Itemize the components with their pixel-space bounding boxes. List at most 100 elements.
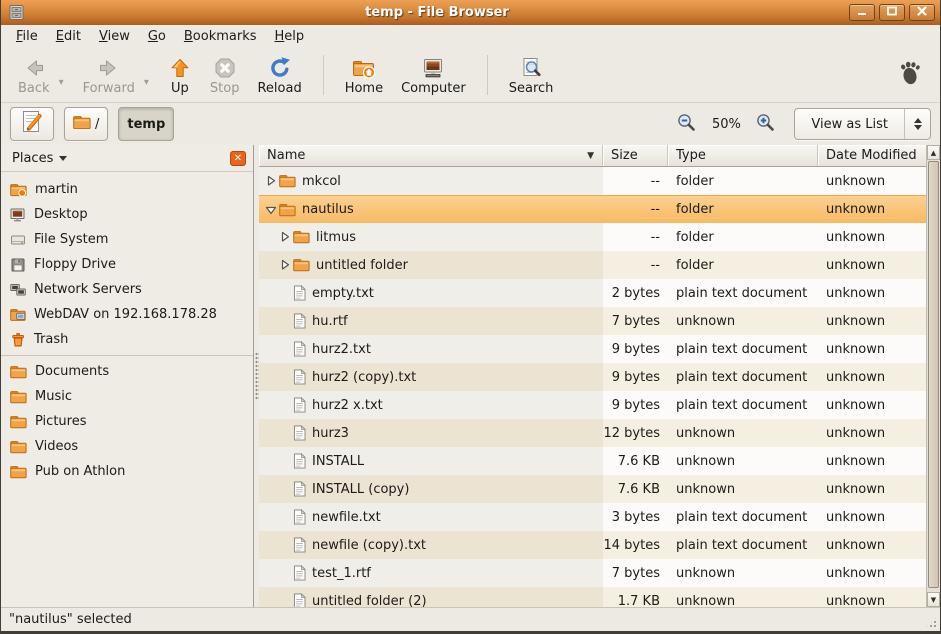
file-name: untitled folder [316, 258, 408, 273]
scroll-down-button[interactable]: ▼ [927, 592, 940, 607]
path-root-button[interactable]: / [64, 107, 108, 141]
table-row[interactable]: newfile (copy).txt 14 bytes plain text d… [259, 531, 926, 559]
file-size: 14 bytes [603, 531, 668, 559]
computer-icon [421, 54, 445, 80]
zoom-out-icon[interactable] [676, 112, 697, 137]
menu-help[interactable]: Help [266, 27, 314, 46]
table-row[interactable]: INSTALL (copy) 7.6 KB unknown unknown [259, 475, 926, 503]
sidebar-item-network-servers[interactable]: Network Servers [1, 277, 253, 302]
view-mode-label: View as List [795, 109, 904, 139]
file-name: mkcol [302, 174, 341, 189]
sidebar-item-label: martin [35, 182, 78, 197]
file-browser-window: temp - File Browser FileEditViewGoBookma… [0, 0, 941, 634]
folder-icon [10, 365, 27, 379]
file-type: plain text document [668, 503, 818, 531]
places-list: martin Desktop File System Floppy Drive … [1, 172, 253, 607]
menu-go[interactable]: Go [139, 27, 175, 46]
status-text: "nautilus" selected [9, 612, 132, 627]
column-header-type[interactable]: Type [668, 145, 818, 166]
resize-grip[interactable] [925, 616, 938, 629]
sidebar-item-label: Floppy Drive [34, 257, 116, 272]
table-row[interactable]: empty.txt 2 bytes plain text document un… [259, 279, 926, 307]
places-selector[interactable]: Places [8, 149, 71, 168]
sidebar-item-label: Documents [35, 364, 109, 379]
expander-collapsed-icon[interactable] [264, 175, 277, 187]
sidebar-item-webdav-on-192-168-178-28[interactable]: WebDAV on 192.168.178.28 [1, 302, 253, 327]
sidebar-item-pictures[interactable]: Pictures [1, 409, 253, 434]
expander-collapsed-icon[interactable] [278, 231, 291, 243]
sidebar-item-label: Pub on Athlon [35, 464, 125, 479]
sidebar-item-desktop[interactable]: Desktop [1, 202, 253, 227]
column-header-size[interactable]: Size [603, 145, 668, 166]
column-header-name[interactable]: Name ▼ [259, 145, 603, 166]
expander-collapsed-icon[interactable] [278, 259, 291, 271]
file-type: unknown [668, 587, 818, 607]
table-row[interactable]: litmus -- folder unknown [259, 223, 926, 251]
close-sidebar-button[interactable]: ✕ [230, 151, 246, 166]
column-header-date-modified[interactable]: Date Modified [818, 145, 926, 166]
expander-expanded-icon[interactable] [264, 204, 277, 216]
sidebar-item-documents[interactable]: Documents [1, 359, 253, 384]
table-row[interactable]: mkcol -- folder unknown [259, 167, 926, 195]
menu-bookmarks[interactable]: Bookmarks [175, 27, 266, 46]
file-date-modified: unknown [818, 195, 926, 223]
menu-view[interactable]: View [90, 27, 139, 46]
stop-icon [213, 54, 237, 80]
zoom-in-icon[interactable] [755, 112, 776, 137]
table-row[interactable]: hurz2 x.txt 9 bytes plain text document … [259, 391, 926, 419]
scrollbar-track[interactable] [927, 160, 940, 592]
scrollbar-thumb[interactable] [928, 161, 939, 588]
sidebar-item-floppy-drive[interactable]: Floppy Drive [1, 252, 253, 277]
menu-file[interactable]: File [7, 27, 47, 46]
file-icon [293, 285, 306, 301]
sidebar-item-videos[interactable]: Videos [1, 434, 253, 459]
sidebar-item-file-system[interactable]: File System [1, 227, 253, 252]
sidebar-item-pub-on-athlon[interactable]: Pub on Athlon [1, 459, 253, 484]
folder-icon [73, 115, 91, 133]
computer-button[interactable]: Computer [392, 51, 475, 100]
menu-edit[interactable]: Edit [47, 27, 90, 46]
table-row[interactable]: test_1.rtf 7 bytes unknown unknown [259, 559, 926, 587]
table-row[interactable]: INSTALL 7.6 KB unknown unknown [259, 447, 926, 475]
file-size: 12 bytes [603, 419, 668, 447]
close-button[interactable] [909, 4, 935, 21]
table-row[interactable]: newfile.txt 3 bytes plain text document … [259, 503, 926, 531]
sidebar-item-label: Trash [34, 332, 68, 347]
file-size: 3 bytes [603, 503, 668, 531]
sidebar-item-music[interactable]: Music [1, 384, 253, 409]
home-button[interactable]: Home [336, 51, 392, 100]
toolbar: Back▾ Forward▾ Up Stop Reload Home [1, 48, 940, 103]
table-row[interactable]: nautilus -- folder unknown [259, 195, 926, 223]
maximize-button[interactable] [879, 4, 905, 21]
places-label: Places [12, 151, 53, 166]
location-bar: / temp 50% View as List [1, 103, 940, 145]
sidebar-item-trash[interactable]: Trash [1, 327, 253, 352]
table-row[interactable]: hu.rtf 7 bytes unknown unknown [259, 307, 926, 335]
scroll-up-button[interactable]: ▲ [927, 145, 940, 160]
file-name: hurz3 [312, 426, 349, 441]
minimize-button[interactable] [849, 4, 875, 21]
file-type: folder [668, 251, 818, 279]
stop-button: Stop [201, 51, 249, 100]
table-row[interactable]: untitled folder -- folder unknown [259, 251, 926, 279]
pane-splitter[interactable] [254, 145, 259, 607]
path-current-button[interactable]: temp [118, 107, 174, 141]
toolbar-button-label: Back [18, 81, 50, 96]
file-size: 9 bytes [603, 335, 668, 363]
table-row[interactable]: hurz2.txt 9 bytes plain text document un… [259, 335, 926, 363]
reload-button[interactable]: Reload [248, 51, 310, 100]
search-button[interactable]: Search [500, 51, 563, 100]
table-row[interactable]: hurz2 (copy).txt 9 bytes plain text docu… [259, 363, 926, 391]
toggle-location-entry-button[interactable] [10, 107, 54, 141]
zoom-level: 50% [709, 117, 743, 132]
sidebar-item-label: File System [34, 232, 108, 247]
file-type: plain text document [668, 363, 818, 391]
file-date-modified: unknown [818, 447, 926, 475]
table-row[interactable]: hurz3 12 bytes unknown unknown [259, 419, 926, 447]
spin-up-icon [914, 118, 922, 123]
table-row[interactable]: untitled folder (2) 1.7 KB unknown unkno… [259, 587, 926, 607]
up-button[interactable]: Up [159, 51, 201, 100]
back-history-dropdown: ▾ [59, 63, 74, 88]
sidebar-item-martin[interactable]: martin [1, 177, 253, 202]
view-mode-select[interactable]: View as List [794, 108, 931, 140]
